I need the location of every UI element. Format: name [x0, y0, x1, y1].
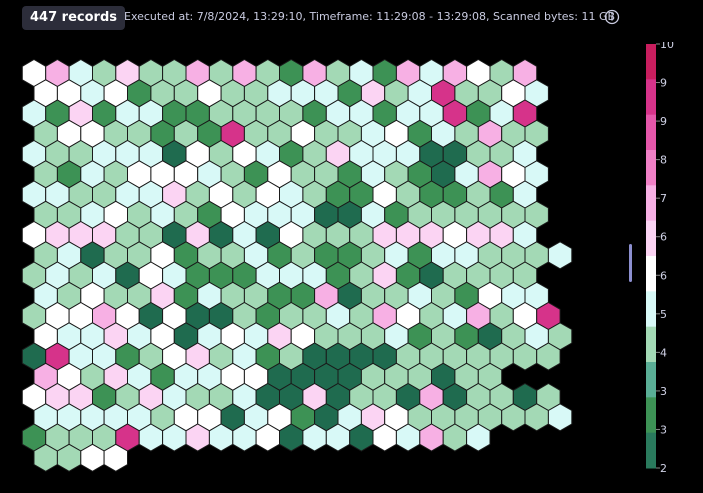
color-legend: 10 9 9 8 7 6 6 5 4 3 3 2	[646, 42, 674, 475]
legend-tick-label: 9	[660, 77, 667, 90]
legend-swatch	[646, 326, 656, 363]
legend-tick-label: 7	[660, 192, 667, 205]
legend-swatch	[646, 256, 656, 292]
legend-tick-label: 6	[660, 231, 667, 244]
legend-tick-label: 3	[660, 423, 667, 436]
legend-swatch	[646, 185, 656, 222]
legend-swatch	[646, 220, 656, 257]
legend-swatch	[646, 79, 656, 116]
legend-swatch	[646, 397, 656, 434]
legend-swatch	[646, 291, 656, 328]
legend-swatch	[646, 362, 656, 398]
honeycomb-chart	[21, 58, 573, 472]
legend-tick-label: 9	[660, 115, 667, 128]
legend-swatch	[646, 432, 656, 469]
legend-swatch	[646, 44, 656, 80]
legend-tick-label: 2	[660, 462, 667, 475]
legend-tick-label: 5	[660, 308, 667, 321]
legend-swatch	[646, 114, 656, 151]
legend-tick-label: 10	[660, 42, 674, 51]
legend-tick-label: 4	[660, 346, 667, 359]
legend-swatch	[646, 150, 656, 186]
legend-tick-label: 6	[660, 269, 667, 282]
hex-cell[interactable]	[547, 241, 573, 270]
legend-tick-label: 8	[660, 154, 667, 167]
legend-tick-label: 3	[660, 385, 667, 398]
scroll-handle[interactable]	[629, 244, 632, 282]
